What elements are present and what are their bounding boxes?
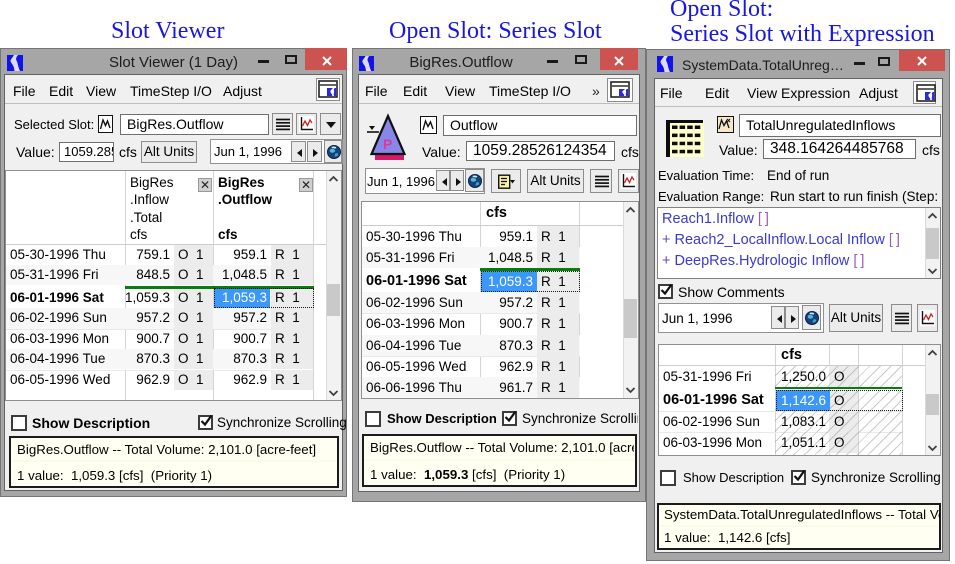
svg-text:P: P [383, 136, 392, 152]
